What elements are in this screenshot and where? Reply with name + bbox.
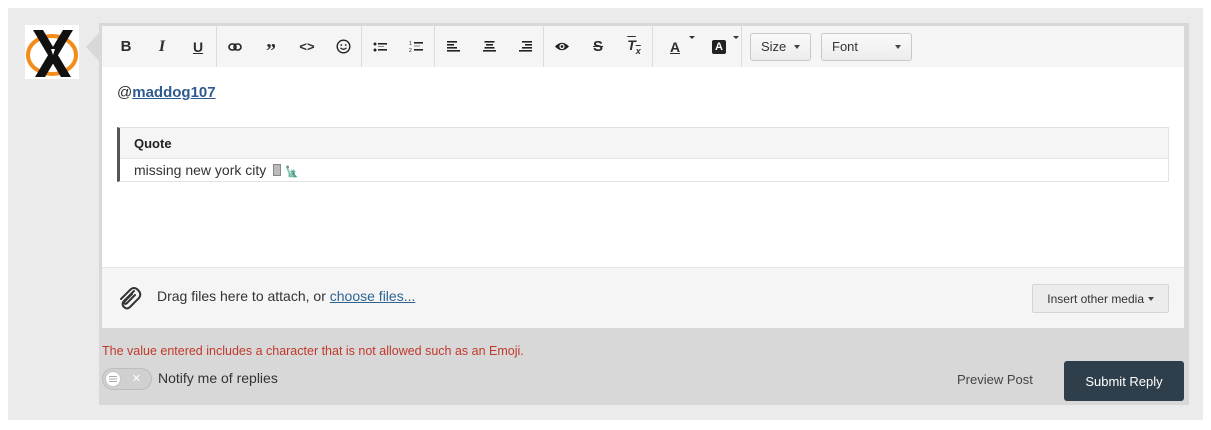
- italic-button[interactable]: I: [144, 29, 180, 65]
- quote-button[interactable]: ”: [253, 29, 289, 65]
- numbered-list-icon: 12: [409, 41, 423, 53]
- svg-text:1: 1: [409, 41, 412, 47]
- submit-reply-button[interactable]: Submit Reply: [1064, 361, 1184, 401]
- toolbar-divider: [741, 26, 742, 67]
- italic-icon: I: [158, 37, 166, 55]
- emoji-button[interactable]: [325, 29, 361, 65]
- font-family-select-label: Font: [832, 39, 859, 54]
- align-left-icon: [446, 41, 460, 52]
- eye-icon: [555, 42, 569, 51]
- align-center-icon: [482, 41, 496, 52]
- clear-format-icon: Tx: [627, 37, 641, 56]
- align-center-button[interactable]: [471, 29, 507, 65]
- background-color-icon: A: [712, 39, 726, 54]
- link-button[interactable]: [217, 29, 253, 65]
- grip-icon: [109, 376, 117, 382]
- smiley-icon: [335, 39, 351, 54]
- preview-toggle-button[interactable]: [544, 29, 580, 65]
- editor-toolbar: B I U ” <> 12 S Tx A A Size Font: [102, 26, 1184, 67]
- editor-content[interactable]: @maddog107: [117, 84, 216, 101]
- text-color-button[interactable]: A: [653, 29, 697, 65]
- align-right-button[interactable]: [507, 29, 543, 65]
- paperclip-icon: [116, 285, 142, 316]
- chevron-down-icon: [794, 44, 800, 49]
- attach-prefix: Drag files here to attach, or: [157, 288, 330, 304]
- bullet-list-icon: [373, 42, 387, 51]
- link-icon: [228, 42, 242, 51]
- svg-text:2: 2: [409, 48, 412, 53]
- quote-title: Quote: [120, 128, 1168, 159]
- toggle-knob: [105, 371, 121, 387]
- x-logo-icon: [26, 30, 78, 77]
- font-size-select-label: Size: [761, 39, 787, 54]
- code-button[interactable]: <>: [289, 29, 325, 65]
- insert-media-label: Insert other media: [1047, 291, 1144, 306]
- bullet-list-button[interactable]: [362, 29, 398, 65]
- underline-button[interactable]: U: [180, 29, 216, 65]
- strikethrough-icon: S: [592, 38, 603, 55]
- speech-pointer: [86, 33, 99, 61]
- caret-icon: [689, 35, 695, 39]
- user-mention-link[interactable]: maddog107: [132, 84, 215, 101]
- strikethrough-button[interactable]: S: [580, 29, 616, 65]
- bold-button[interactable]: B: [108, 29, 144, 65]
- chevron-down-icon: [895, 44, 901, 49]
- notify-toggle[interactable]: ✕: [102, 368, 152, 390]
- quote-icon: ”: [266, 39, 276, 62]
- font-family-select[interactable]: Font: [821, 32, 912, 61]
- clear-format-button[interactable]: Tx: [616, 29, 652, 65]
- insert-media-button[interactable]: Insert other media: [1032, 284, 1169, 313]
- align-left-button[interactable]: [435, 29, 471, 65]
- caret-icon: [733, 35, 739, 39]
- quote-block: Quote missing new york city 🗽: [117, 127, 1169, 182]
- error-message: The value entered includes a character t…: [102, 344, 524, 358]
- statue-emoji-icon: 🗽: [285, 166, 299, 178]
- preview-post-button[interactable]: Preview Post: [957, 372, 1033, 387]
- choose-files-link[interactable]: choose files...: [330, 288, 416, 304]
- attachment-bar: Drag files here to attach, or choose fil…: [102, 267, 1184, 328]
- quote-text: missing new york city 🗽: [120, 159, 1168, 183]
- at-symbol: @: [117, 84, 133, 101]
- quote-body-text: missing new york city: [134, 162, 267, 178]
- text-color-icon: A: [669, 38, 681, 55]
- bold-icon: B: [120, 38, 132, 55]
- font-size-select[interactable]: Size: [750, 32, 811, 61]
- building-emoji-icon: [273, 164, 282, 176]
- avatar[interactable]: [25, 25, 79, 79]
- numbered-list-button[interactable]: 12: [398, 29, 434, 65]
- code-icon: <>: [299, 39, 315, 54]
- close-icon: ✕: [131, 373, 141, 385]
- background-color-button[interactable]: A: [697, 29, 741, 65]
- underline-icon: U: [192, 38, 204, 55]
- notify-label: Notify me of replies: [158, 370, 278, 386]
- align-right-icon: [518, 41, 532, 52]
- caret-down-icon: [1148, 296, 1154, 301]
- attach-instructions: Drag files here to attach, or choose fil…: [157, 288, 415, 304]
